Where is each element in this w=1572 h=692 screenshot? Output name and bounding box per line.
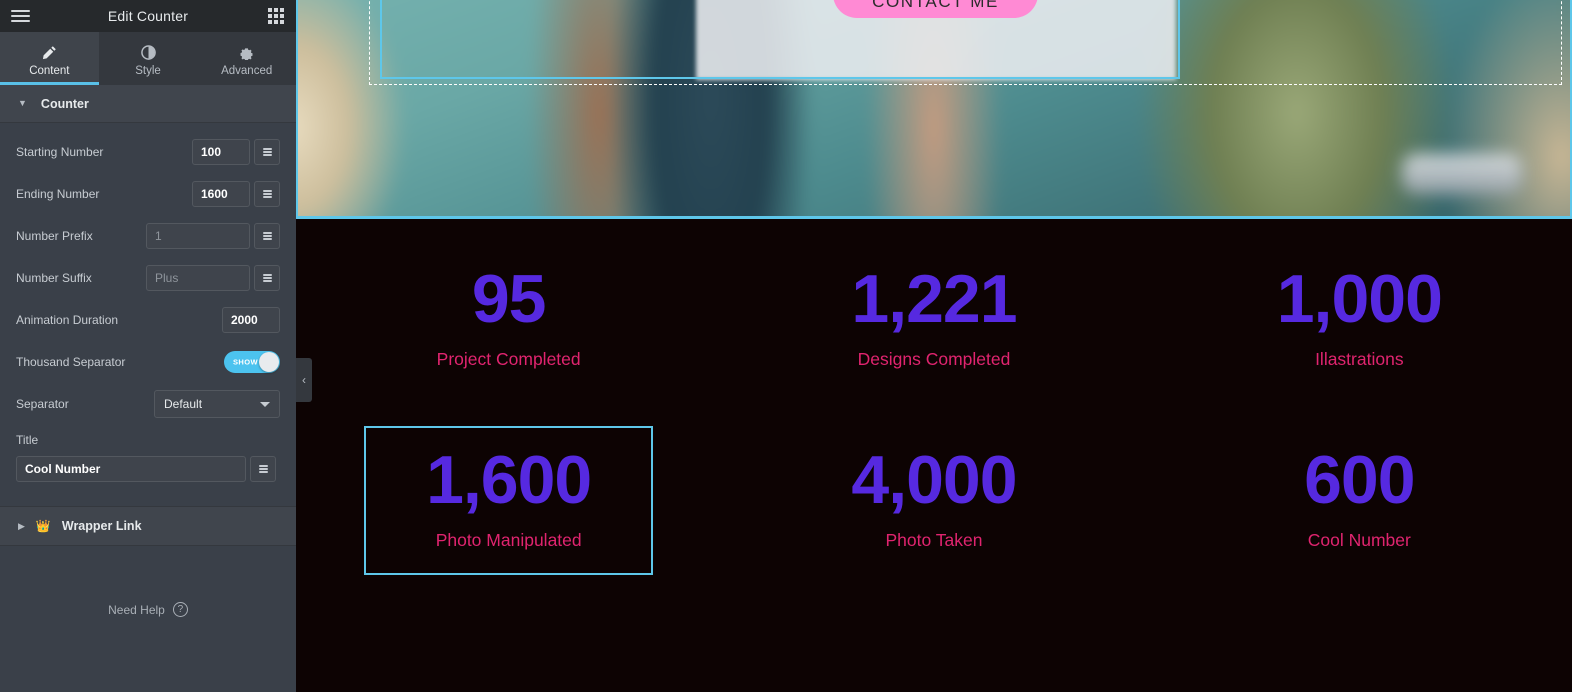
chevron-down-icon: ▼ [18, 98, 27, 108]
field-number-prefix: Number Prefix [16, 221, 280, 251]
counter-caption: Cool Number [1307, 529, 1411, 550]
counter-caption: Project Completed [436, 348, 581, 369]
starting-number-label: Starting Number [16, 145, 104, 159]
field-ending-number: Ending Number [16, 179, 280, 209]
panel-collapse-button[interactable]: ‹ [296, 358, 312, 402]
ending-number-label: Ending Number [16, 187, 100, 201]
hero-blurred-car [1402, 154, 1522, 194]
toggle-knob [259, 352, 279, 372]
starting-number-input[interactable] [192, 139, 250, 165]
title-label: Title [16, 433, 39, 447]
hamburger-icon[interactable] [0, 0, 40, 32]
animation-duration-label: Animation Duration [16, 313, 119, 327]
separator-select[interactable]: Default [154, 390, 280, 418]
animation-duration-input[interactable] [222, 307, 280, 333]
hero-section: CONTACT ME [296, 0, 1572, 219]
number-prefix-input[interactable] [146, 223, 250, 249]
counter-number: 1,000 [1276, 260, 1443, 337]
tab-advanced[interactable]: Advanced [197, 32, 296, 85]
panel-tabs: Content Style Advanced [0, 32, 296, 85]
counter-widget[interactable]: 600 Cool Number [1147, 419, 1572, 581]
field-separator: Separator Default [16, 389, 280, 419]
section-counter-label: Counter [40, 96, 89, 111]
separator-label: Separator [16, 397, 69, 411]
counter-caption: Photo Taken [885, 529, 983, 550]
counter-number: 1,600 [426, 441, 592, 518]
page-title: Edit Counter [107, 8, 189, 24]
pencil-icon [42, 44, 57, 61]
section-wrapper-link[interactable]: ▶ 👑 Wrapper Link [0, 506, 296, 546]
counter-widget[interactable]: 4,000 Photo Taken [721, 419, 1146, 581]
chevron-right-icon: ▶ [18, 520, 25, 531]
elementor-editor: Edit Counter Content Style Advanced ▼ Co… [0, 0, 1572, 692]
counter-controls: Starting Number Ending Number Number Pre… [0, 123, 296, 431]
dynamic-tag-icon[interactable] [250, 456, 276, 482]
contrast-icon [140, 44, 156, 61]
field-title: Title [0, 431, 296, 482]
field-thousand-separator: Thousand Separator SHOW [16, 347, 280, 377]
counter-widget-selected[interactable]: 1,600 Photo Manipulated [296, 419, 721, 581]
counter-caption: Photo Manipulated [435, 529, 582, 550]
counter-number: 4,000 [851, 441, 1017, 518]
counters-row: 95 Project Completed 1,221 Designs Compl… [296, 219, 1572, 419]
tab-style-label: Style [135, 64, 161, 77]
contact-me-button[interactable]: CONTACT ME [833, 0, 1038, 18]
counter-widget[interactable]: 95 Project Completed [296, 219, 721, 419]
number-prefix-label: Number Prefix [16, 229, 93, 243]
counter-caption: Designs Completed [857, 348, 1011, 369]
pro-badge-icon: 👑 [35, 519, 51, 533]
number-suffix-label: Number Suffix [16, 271, 92, 285]
counter-widget[interactable]: 1,000 Illastrations [1147, 219, 1572, 419]
counter-number: 95 [471, 260, 547, 337]
editor-panel: Edit Counter Content Style Advanced ▼ Co… [0, 0, 312, 692]
question-mark-icon: ? [172, 602, 188, 617]
ending-number-input[interactable] [192, 181, 250, 207]
tab-advanced-label: Advanced [221, 64, 273, 77]
thousand-separator-toggle[interactable]: SHOW [224, 351, 280, 373]
panel-header: Edit Counter [0, 0, 296, 32]
field-number-suffix: Number Suffix [16, 263, 280, 293]
counters-row: 1,600 Photo Manipulated 4,000 Photo Take… [296, 419, 1572, 581]
wrapper-link-label: Wrapper Link [61, 519, 142, 533]
number-suffix-input[interactable] [146, 265, 250, 291]
field-starting-number: Starting Number [16, 137, 280, 167]
separator-selected-value: Default [164, 397, 203, 411]
counters-section: 95 Project Completed 1,221 Designs Compl… [296, 219, 1572, 581]
counter-number: 600 [1304, 441, 1415, 518]
chevron-down-icon [260, 402, 270, 407]
tab-content-label: Content [29, 64, 70, 77]
tab-style[interactable]: Style [99, 32, 198, 85]
field-animation-duration: Animation Duration [16, 305, 280, 335]
toggle-state-label: SHOW [233, 357, 258, 367]
preview-canvas: CONTACT ME 95 Project Completed 1,221 De… [296, 0, 1572, 692]
title-input[interactable] [16, 456, 246, 482]
counter-number: 1,221 [851, 260, 1017, 337]
need-help-label: Need Help [108, 602, 165, 617]
need-help-link[interactable]: Need Help ? [0, 602, 296, 617]
section-counter-header[interactable]: ▼ Counter [0, 85, 296, 123]
counter-widget[interactable]: 1,221 Designs Completed [721, 219, 1146, 419]
dynamic-tag-icon[interactable] [254, 223, 280, 249]
tab-content[interactable]: Content [0, 32, 99, 85]
dynamic-tag-icon[interactable] [254, 181, 280, 207]
thousand-separator-label: Thousand Separator [16, 355, 126, 369]
dynamic-tag-icon[interactable] [254, 265, 280, 291]
section-left-edge [296, 0, 298, 216]
counter-caption: Illastrations [1315, 348, 1404, 369]
grid-icon[interactable] [256, 0, 296, 32]
dynamic-tag-icon[interactable] [254, 139, 280, 165]
gear-icon [239, 44, 254, 61]
